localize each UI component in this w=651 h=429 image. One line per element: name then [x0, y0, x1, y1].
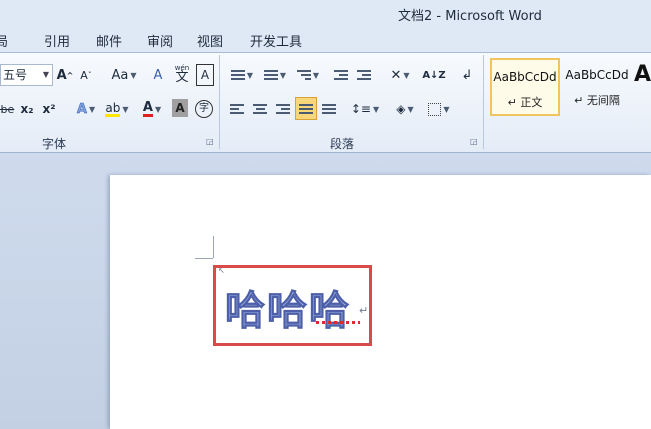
highlighter-icon: ab — [105, 100, 121, 117]
multilevel-list-icon — [296, 70, 311, 80]
font-color-button[interactable]: A ▼ — [138, 98, 166, 120]
style-sample: A — [634, 62, 651, 87]
group-label-paragraph: 段落 — [330, 137, 355, 151]
distributed-icon — [322, 104, 336, 114]
document-text[interactable]: 哈哈哈 — [225, 278, 351, 336]
align-center-icon — [253, 104, 267, 114]
change-case-button[interactable]: Aa ▼ — [106, 64, 142, 86]
chevron-down-icon: ▼ — [42, 70, 49, 79]
font-size-value: 五号 — [3, 68, 28, 82]
tab-references[interactable]: 引用 — [44, 31, 70, 50]
font-size-select[interactable]: 五号 ▼ — [0, 64, 53, 86]
distributed-button[interactable] — [319, 98, 339, 120]
dialog-launcher-icon[interactable]: ◲ — [470, 137, 478, 146]
increase-indent-button[interactable] — [355, 64, 373, 86]
subscript-button[interactable]: x₂ — [18, 98, 36, 120]
borders-icon — [428, 102, 442, 116]
strikethrough-button[interactable]: abe — [0, 98, 14, 120]
asian-layout-icon: ✕ — [390, 67, 402, 83]
grow-font-button[interactable]: A ^ — [56, 64, 74, 86]
justify-icon — [299, 103, 313, 114]
spelling-error-underline — [316, 321, 360, 324]
style-no-spacing[interactable]: AaBbCcDd ↵ 无间隔 — [562, 58, 632, 116]
document-page[interactable] — [110, 175, 651, 429]
shading-button[interactable]: ◈ ▼ — [390, 98, 420, 120]
char-border-button[interactable]: A — [196, 64, 214, 86]
tab-review[interactable]: 审阅 — [147, 31, 173, 50]
align-center-button[interactable] — [250, 98, 270, 120]
phonetic-guide-button[interactable]: wén 文 — [172, 62, 192, 84]
line-spacing-button[interactable]: ↕≡ ▼ — [350, 98, 380, 120]
bullet-list-icon — [230, 70, 245, 80]
phonetic-char-icon: 文 — [175, 70, 189, 85]
align-left-icon — [230, 104, 244, 114]
show-formatting-marks-button[interactable]: ↲ — [458, 64, 476, 86]
style-sample: AaBbCcDd — [565, 68, 629, 82]
justify-button[interactable] — [295, 97, 317, 120]
text-effects-button[interactable]: A ▼ — [72, 98, 100, 120]
bullets-button[interactable]: ▼ — [228, 64, 256, 86]
ribbon: 五号 ▼ A^ Aˇ Aa▼ A wén文 A abe x₂ x² A▼ ab▼… — [0, 53, 651, 153]
highlight-color-button[interactable]: ab ▼ — [102, 98, 132, 120]
asian-layout-button[interactable]: ✕ ▼ — [385, 64, 415, 86]
style-heading[interactable]: A — [634, 58, 651, 116]
numbered-list-icon — [263, 70, 278, 80]
enclose-char-button[interactable]: 字 — [194, 98, 214, 120]
decrease-indent-icon — [334, 70, 348, 80]
multilevel-list-button[interactable]: ▼ — [294, 64, 322, 86]
style-name: ↵ 无间隔 — [574, 94, 620, 107]
align-right-button[interactable] — [273, 98, 293, 120]
tab-mailings[interactable]: 邮件 — [96, 31, 122, 50]
numbering-button[interactable]: ▼ — [261, 64, 289, 86]
sort-button[interactable]: A↓Z — [422, 64, 445, 86]
margin-crop-mark — [213, 236, 214, 258]
increase-indent-icon — [357, 70, 371, 80]
tab-layout[interactable]: 局 — [0, 31, 8, 50]
align-left-button[interactable] — [227, 98, 247, 120]
paragraph-mark: ↵ — [359, 304, 369, 317]
paint-bucket-icon: ◈ — [396, 102, 406, 116]
clear-formatting-button[interactable]: A — [148, 64, 168, 86]
dialog-launcher-icon[interactable]: ◲ — [206, 137, 214, 146]
tab-developer[interactable]: 开发工具 — [250, 31, 302, 50]
group-divider — [483, 55, 484, 149]
superscript-button[interactable]: x² — [40, 98, 58, 120]
style-normal[interactable]: AaBbCcDd ↵ 正文 — [490, 58, 560, 116]
style-name: ↵ 正文 — [507, 96, 543, 109]
style-sample: AaBbCcDd — [493, 70, 557, 84]
decrease-indent-button[interactable] — [332, 64, 350, 86]
line-spacing-icon: ↕≡ — [350, 102, 371, 116]
align-right-icon — [276, 104, 290, 114]
window-title: 文档2 - Microsoft Word — [398, 9, 542, 24]
title-bar: 文档2 - Microsoft Word — [0, 0, 651, 25]
group-divider — [219, 55, 220, 149]
char-shading-button[interactable]: A — [172, 99, 188, 117]
group-label-font: 字体 — [42, 137, 67, 151]
shrink-font-button[interactable]: Aˇ — [77, 64, 95, 86]
margin-crop-mark — [195, 258, 213, 259]
tab-view[interactable]: 视图 — [197, 31, 223, 50]
borders-button[interactable]: ▼ — [424, 98, 454, 120]
ribbon-tabs: 局 引用 邮件 审阅 视图 开发工具 — [0, 25, 651, 53]
